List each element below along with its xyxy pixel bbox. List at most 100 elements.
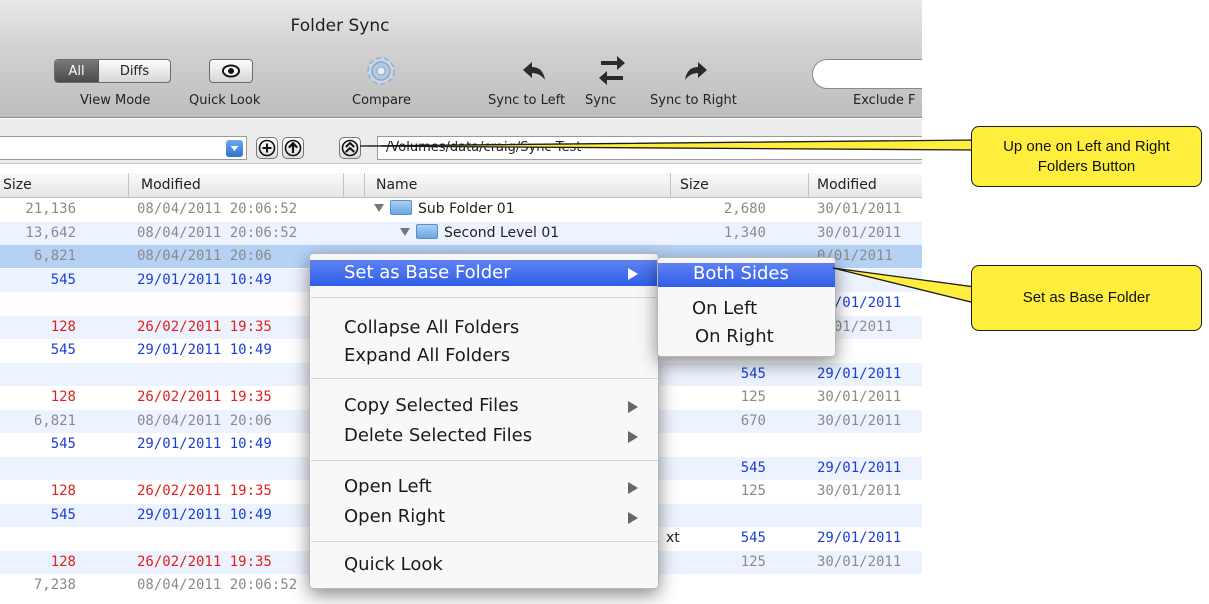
sync-icon[interactable] — [597, 52, 627, 88]
left-modified-cell: 08/04/2011 20:06:52 — [137, 225, 298, 241]
callout-set-base-text: Set as Base Folder — [1022, 289, 1151, 306]
eye-icon — [222, 64, 240, 78]
right-modified-cell: 29/01/2011 — [817, 530, 902, 546]
menu-separator — [311, 460, 658, 461]
double-chevron-up-icon — [341, 139, 359, 157]
right-modified-cell: 30/01/2011 — [817, 554, 902, 570]
left-size-column-header[interactable]: Size — [0, 173, 128, 197]
column-divider[interactable] — [670, 173, 671, 198]
left-size-cell: 21,136 — [25, 201, 76, 217]
quick-look-button[interactable] — [209, 59, 253, 83]
menu-separator — [311, 378, 658, 379]
callout-set-base-folder: Set as Base Folder — [971, 265, 1202, 331]
table-row[interactable]: 21,136 08/04/2011 20:06:52 Sub Folder 01 2,… — [0, 198, 922, 221]
right-modified-cell: 30/01/2011 — [817, 201, 902, 217]
menu-item-open-right[interactable]: Open Right — [310, 504, 658, 530]
file-name: Second Level 01 — [444, 225, 560, 241]
disclosure-triangle-icon[interactable] — [374, 204, 384, 212]
left-modified-cell: 08/04/2011 20:06 — [137, 413, 272, 429]
folder-icon — [390, 200, 412, 215]
menu-item-label: Quick Look — [344, 554, 443, 575]
submenu-item-both-sides[interactable]: Both Sides — [658, 263, 835, 287]
compare-label: Compare — [352, 93, 411, 108]
table-row[interactable]: 13,642 08/04/2011 20:06:52 Second Level 01… — [0, 222, 922, 245]
chevron-down-icon[interactable] — [226, 140, 243, 157]
up-one-both-button[interactable] — [339, 137, 361, 159]
callout-up-one-text: Up one on Left and Right Folders Button — [1003, 137, 1170, 175]
callout-up-one: Up one on Left and Right Folders Button — [971, 126, 1202, 187]
view-mode-segmented-control[interactable]: All Diffs — [54, 59, 171, 83]
left-size-cell: 128 — [50, 554, 76, 570]
gear-icon[interactable] — [363, 54, 399, 88]
right-size-cell: 125 — [740, 483, 766, 499]
left-size-cell: 6,821 — [33, 413, 76, 429]
right-modified-column-header[interactable]: Modified — [817, 173, 877, 197]
folder-icon — [416, 224, 438, 239]
column-divider[interactable] — [364, 173, 365, 198]
add-folder-button[interactable] — [256, 137, 278, 159]
left-size-cell: 545 — [50, 272, 76, 288]
column-divider[interactable] — [128, 173, 129, 198]
right-size-cell: 545 — [740, 366, 766, 382]
name-cell: Second Level 01 — [400, 224, 559, 241]
left-modified-cell: 29/01/2011 10:49 — [137, 342, 272, 358]
view-mode-diffs-button[interactable]: Diffs — [99, 60, 170, 82]
left-modified-cell: 26/02/2011 19:35 — [137, 554, 272, 570]
menu-item-copy-selected-files[interactable]: Copy Selected Files — [310, 393, 658, 419]
name-cell: xt — [666, 530, 680, 546]
left-modified-cell: 26/02/2011 19:35 — [137, 483, 272, 499]
menu-item-delete-selected-files[interactable]: Delete Selected Files — [310, 423, 658, 449]
left-size-cell: 6,821 — [33, 248, 76, 264]
left-size-cell: 545 — [50, 436, 76, 452]
submenu-item-on-right[interactable]: On Right — [660, 326, 837, 350]
right-modified-cell: 30/01/2011 — [817, 413, 902, 429]
left-modified-column-header[interactable]: Modified — [141, 173, 201, 197]
right-size-cell: 2,680 — [723, 201, 766, 217]
quick-look-label: Quick Look — [189, 93, 261, 108]
menu-separator — [311, 541, 658, 542]
right-modified-cell: 30/01/2011 — [817, 225, 902, 241]
folder-sync-window: Folder Sync All Diffs View Mode Quick Lo… — [0, 0, 922, 604]
right-size-cell: 670 — [740, 413, 766, 429]
base-folder-submenu: Both Sides On Left On Right — [657, 257, 836, 357]
menu-item-label: Delete Selected Files — [344, 425, 533, 446]
column-divider[interactable] — [808, 173, 809, 198]
menu-item-open-left[interactable]: Open Left — [310, 474, 658, 500]
view-mode-all-button[interactable]: All — [55, 60, 99, 82]
file-name: xt — [666, 530, 680, 546]
submenu-item-on-left[interactable]: On Left — [657, 298, 834, 322]
left-modified-cell: 26/02/2011 19:35 — [137, 319, 272, 335]
menu-item-label: Open Left — [344, 476, 432, 497]
menu-item-quick-look[interactable]: Quick Look — [310, 552, 658, 578]
window-title: Folder Sync — [290, 16, 390, 36]
left-size-cell: 128 — [50, 483, 76, 499]
menu-item-label: Copy Selected Files — [344, 395, 519, 416]
menu-item-collapse-all-folders[interactable]: Collapse All Folders — [310, 315, 658, 341]
menu-item-set-as-base-folder[interactable]: Set as Base Folder — [310, 260, 658, 286]
menu-item-label: Collapse All Folders — [344, 317, 520, 338]
left-path-combobox[interactable] — [0, 136, 247, 160]
column-divider[interactable] — [343, 173, 344, 198]
menu-item-expand-all-folders[interactable]: Expand All Folders — [310, 343, 658, 369]
name-cell: Sub Folder 01 — [374, 200, 515, 217]
left-size-cell: 7,238 — [33, 577, 76, 593]
disclosure-triangle-icon[interactable] — [400, 228, 410, 236]
right-size-column-header[interactable]: Size — [680, 173, 709, 197]
submenu-arrow-icon — [628, 401, 638, 413]
toolbar: Folder Sync All Diffs View Mode Quick Lo… — [0, 0, 922, 118]
left-modified-cell: 29/01/2011 10:49 — [137, 436, 272, 452]
column-header-bar — [0, 173, 922, 198]
right-size-cell: 1,340 — [723, 225, 766, 241]
name-column-header[interactable]: Name — [376, 173, 417, 197]
arrow-up-icon — [284, 139, 302, 157]
sync-to-right-icon[interactable] — [681, 60, 709, 84]
right-modified-cell: 29/01/2011 — [817, 460, 902, 476]
up-one-left-button[interactable] — [282, 137, 304, 159]
exclude-field[interactable] — [812, 59, 922, 89]
left-modified-cell: 08/04/2011 20:06:52 — [137, 201, 298, 217]
left-size-cell: 13,642 — [25, 225, 76, 241]
right-path-field[interactable]: /Volumes/data/craig/Sync Test — [377, 136, 922, 160]
sync-to-left-icon[interactable] — [521, 60, 549, 84]
right-modified-cell: 30/01/2011 — [817, 389, 902, 405]
submenu-arrow-icon — [628, 482, 638, 494]
